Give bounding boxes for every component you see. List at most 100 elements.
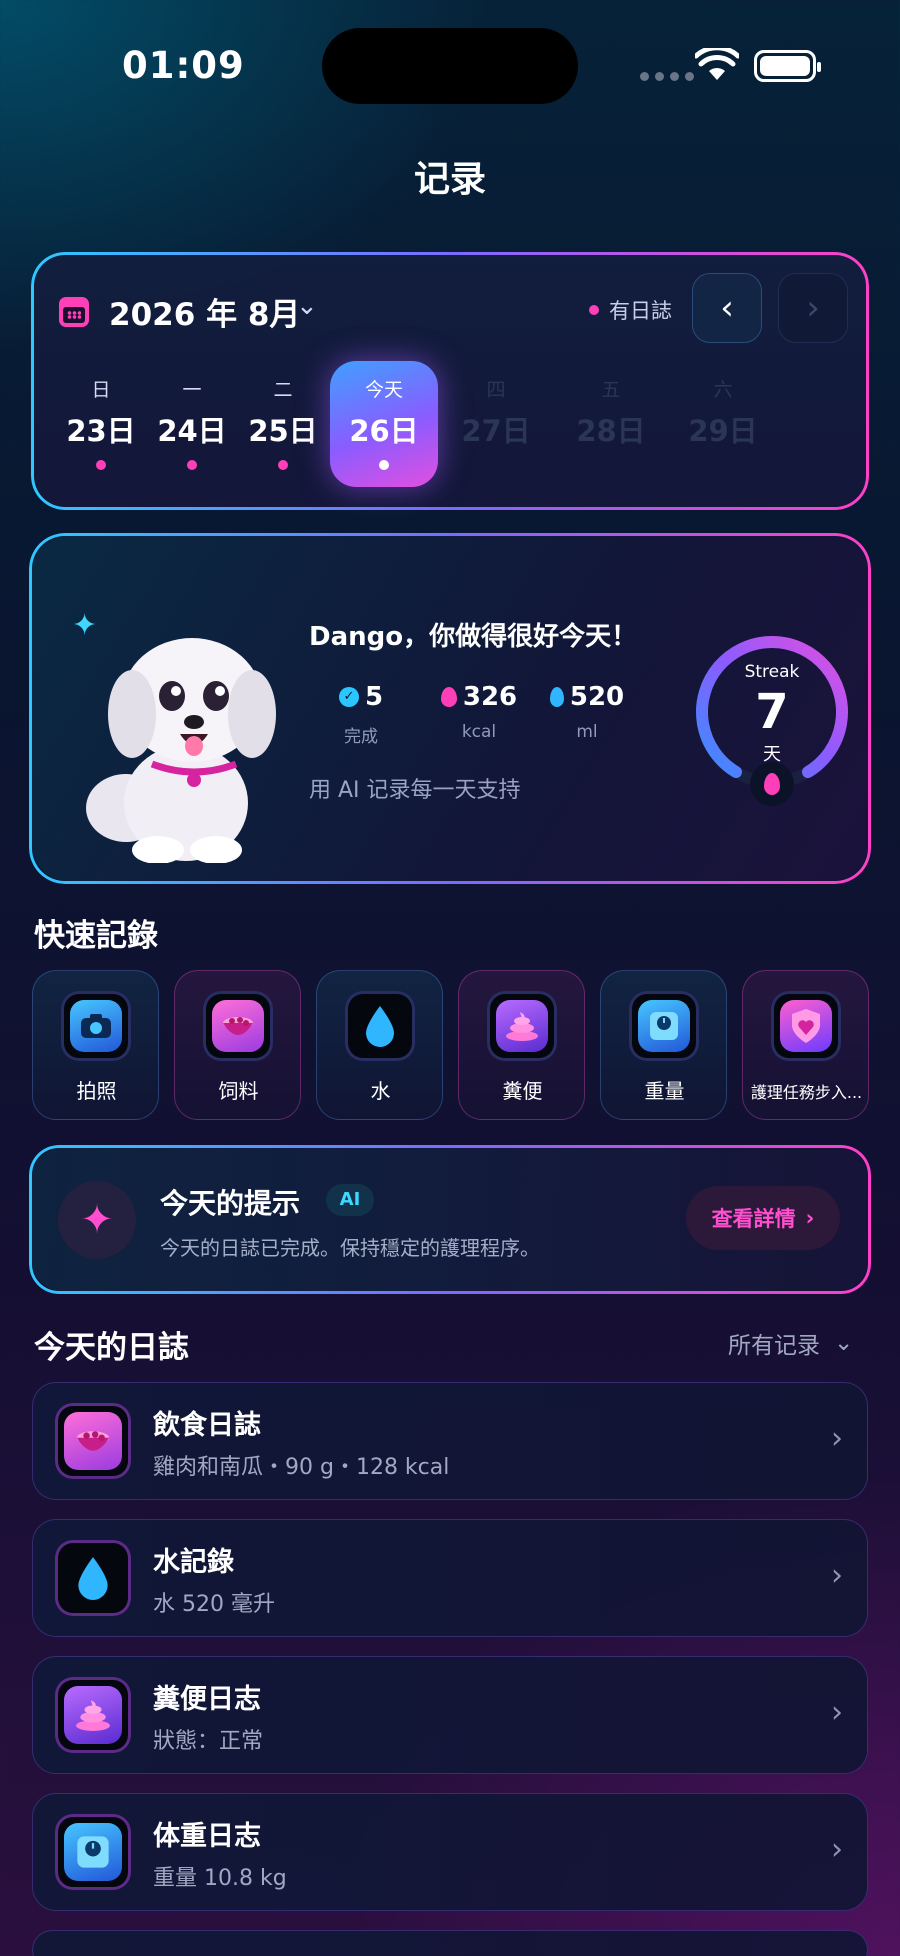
stat-value: 5: [364, 682, 384, 712]
day-weekday: 二: [273, 379, 293, 401]
chevron-right-icon: ›: [831, 1832, 843, 1867]
ai-badge: AI: [326, 1184, 374, 1216]
log-subtitle: 雞肉和南瓜・90 g・128 kcal: [153, 1455, 450, 1480]
view-details-label: 查看詳情: [711, 1207, 796, 1231]
quick-label: 水: [370, 1079, 391, 1103]
log-item-partial[interactable]: [32, 1930, 868, 1956]
view-details-button[interactable]: 查看詳情 ›: [686, 1186, 840, 1250]
page-title: 记录: [413, 159, 486, 200]
log-subtitle: 水 520 毫升: [153, 1592, 275, 1617]
day-date: 28日: [576, 414, 646, 448]
dynamic-island: [322, 28, 578, 104]
calendar-icon: [59, 297, 89, 327]
log-item-weight[interactable]: 体重日志 重量 10.8 kg ›: [32, 1793, 868, 1911]
chevron-right-icon: ›: [831, 1558, 843, 1593]
day-weekday: 六: [713, 379, 733, 401]
has-log-label: 有日誌: [609, 299, 672, 323]
check-circle-icon: ✓: [338, 687, 359, 707]
food-bowl-icon: [64, 1412, 122, 1470]
log-subtitle: 狀態：正常: [153, 1729, 264, 1754]
stat-kcal: 326 kcal: [424, 682, 534, 742]
water-drop-icon: [354, 1000, 406, 1052]
day-cell-today[interactable]: 今天 26日: [330, 361, 438, 487]
sparkle-icon: ✦: [58, 1181, 136, 1259]
next-week-button[interactable]: ›: [778, 273, 848, 343]
tip-text: 今天的日誌已完成。保持穩定的護理程序。: [160, 1236, 540, 1260]
quick-label: 護理任務步入...: [750, 1083, 863, 1102]
flame-icon: [750, 762, 794, 806]
day-date: 27日: [461, 414, 531, 448]
ai-tip-card: ✦ 今天的提示 AI 今天的日誌已完成。保持穩定的護理程序。 查看詳情 ›: [32, 1148, 868, 1291]
stat-value: 326: [462, 682, 518, 712]
log-dot-icon: [187, 460, 197, 470]
log-dot-icon: [379, 460, 389, 470]
stat-label: ml: [576, 722, 598, 742]
month-selector[interactable]: 2026 年 8月: [109, 289, 300, 334]
status-bar: 01:09: [0, 0, 900, 130]
prev-week-button[interactable]: ‹: [692, 273, 762, 343]
stat-value: 520: [569, 682, 625, 712]
day-date: 29日: [688, 414, 758, 448]
log-dot-icon: [96, 460, 106, 470]
day-cell[interactable]: 五 28日: [556, 361, 666, 487]
water-drop-icon: [549, 687, 564, 707]
log-subtitle: 重量 10.8 kg: [153, 1866, 287, 1891]
day-weekday: 四: [486, 379, 506, 401]
today-logs-title: 今天的日誌: [34, 1330, 189, 1366]
day-date: 26日: [349, 414, 419, 448]
quick-weight-button[interactable]: 重量: [600, 970, 727, 1120]
scale-icon: [638, 1000, 690, 1052]
cellular-signal-icon: [640, 72, 694, 81]
day-cell[interactable]: 四 27日: [441, 361, 551, 487]
stat-water: 520 ml: [532, 682, 642, 742]
wifi-icon: [695, 48, 739, 80]
log-title: 水記錄: [153, 1547, 234, 1578]
quick-stool-button[interactable]: 糞便: [458, 970, 585, 1120]
streak-label: Streak: [744, 662, 800, 682]
has-log-legend: 有日誌: [589, 295, 672, 325]
chevron-left-icon: ‹: [720, 288, 734, 328]
quick-record-row: 拍照 饲料 水 糞便 重量 護理任務步入...: [32, 970, 900, 1120]
quick-record-title: 快速記錄: [34, 918, 158, 954]
chevron-down-icon[interactable]: ⌄: [296, 291, 318, 321]
quick-label: 重量: [644, 1079, 685, 1103]
streak-value: 7: [755, 684, 789, 740]
quick-care-task-button[interactable]: 護理任務步入...: [742, 970, 869, 1120]
quick-water-button[interactable]: 水: [316, 970, 443, 1120]
log-filter-dropdown[interactable]: 所有记录 ⌄: [728, 1326, 853, 1360]
food-bowl-icon: [212, 1000, 264, 1052]
day-date: 25日: [248, 414, 318, 448]
filter-label: 所有记录: [728, 1333, 820, 1359]
poop-icon: [496, 1000, 548, 1052]
quick-food-button[interactable]: 饲料: [174, 970, 301, 1120]
log-title: 体重日志: [153, 1821, 261, 1852]
camera-icon: [70, 1000, 122, 1052]
log-title: 飲食日誌: [153, 1410, 261, 1441]
quick-label: 拍照: [76, 1079, 117, 1103]
flame-icon: [440, 687, 457, 707]
dog-mascot-image: [86, 638, 276, 863]
quick-photo-button[interactable]: 拍照: [32, 970, 159, 1120]
battery-icon: [754, 50, 821, 82]
chevron-right-icon: ›: [831, 1695, 843, 1730]
day-weekday: 今天: [364, 379, 403, 401]
log-item-stool[interactable]: 糞便日志 狀態：正常 ›: [32, 1656, 868, 1774]
log-item-water[interactable]: 水記錄 水 520 毫升 ›: [32, 1519, 868, 1637]
day-cell[interactable]: 二 25日: [228, 361, 338, 487]
summary-card: ✦ Dango，你做得很好今天！ ✓5 完成 326 kcal 520 ml: [32, 536, 868, 881]
today-stats: ✓ 5 完成 326 kcal 520 ml: [322, 682, 652, 762]
log-item-diet[interactable]: 飲食日誌 雞肉和南瓜・90 g・128 kcal ›: [32, 1382, 868, 1500]
day-cell[interactable]: 六 29日: [668, 361, 778, 487]
stat-label: 完成: [344, 727, 378, 747]
calendar-card: 2026 年 8月 ⌄ 有日誌 ‹ › 日 23日 一 24日 二 25日 今天…: [32, 253, 868, 509]
chevron-right-icon: ›: [806, 288, 820, 328]
water-drop-icon: [64, 1549, 122, 1607]
stat-completed: ✓ 5 完成: [306, 682, 416, 747]
week-strip: 日 23日 一 24日 二 25日 今天 26日 四 27日 五 28日 六 2…: [46, 361, 846, 491]
poop-icon: [64, 1686, 122, 1744]
log-dot-icon: [278, 460, 288, 470]
log-title: 糞便日志: [153, 1684, 261, 1715]
streak-ring: Streak 7 天: [692, 632, 852, 806]
day-weekday: 五: [601, 379, 621, 401]
heart-shield-icon: [780, 1000, 832, 1052]
